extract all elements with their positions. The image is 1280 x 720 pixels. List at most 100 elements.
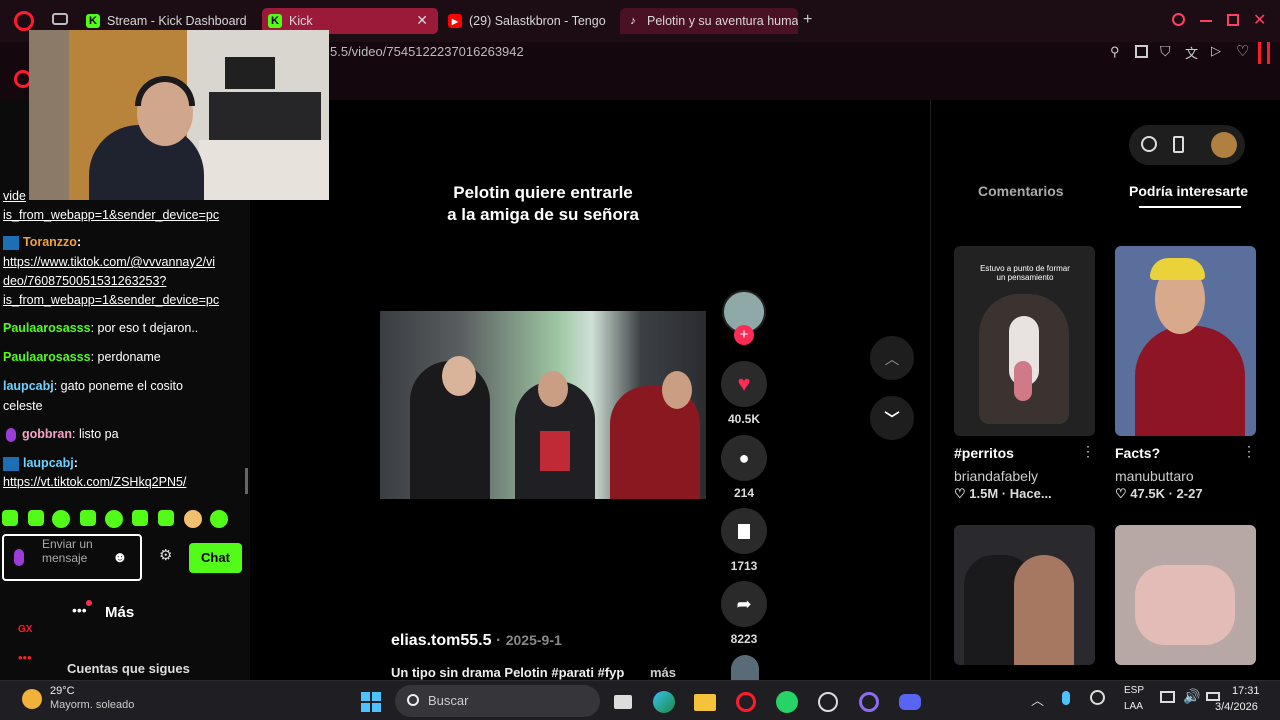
maximize-icon[interactable] <box>1227 14 1239 26</box>
settings-gear-icon[interactable]: ⚙ <box>159 546 172 566</box>
more-menu-icon[interactable]: ••• <box>72 602 87 618</box>
task-view-icon[interactable] <box>610 689 636 715</box>
lang-code[interactable]: ESP <box>1124 685 1144 696</box>
clock-date[interactable]: 3/4/2026 <box>1215 701 1258 713</box>
chat-input[interactable]: Enviar un mensaje <box>42 537 110 565</box>
chat-username[interactable]: gobbran <box>22 427 72 441</box>
more-link[interactable]: más <box>650 665 676 680</box>
tab-comments[interactable]: Comentarios <box>978 183 1064 199</box>
translate-icon[interactable]: 文 <box>1185 43 1198 62</box>
like-button[interactable]: ♥ <box>721 361 767 407</box>
card-title[interactable]: #perritos <box>954 445 1014 461</box>
video-card[interactable]: Estuvo a punto de formar un pensamiento <box>954 246 1095 436</box>
tab-recommended[interactable]: Podría interesarte <box>1129 183 1249 199</box>
heart-icon[interactable]: ♡ <box>1236 42 1249 60</box>
chat-username[interactable]: Toranzzo <box>23 235 77 249</box>
more-dots-icon[interactable]: ••• <box>18 650 32 665</box>
comment-button[interactable]: ● <box>721 435 767 481</box>
taskbar-search[interactable]: Buscar <box>395 685 600 717</box>
tab-tiktok[interactable]: ♪ Pelotin y su aventura huma <box>620 8 798 34</box>
mobile-icon[interactable] <box>1173 136 1184 153</box>
video-card[interactable] <box>954 525 1095 665</box>
emote-icon[interactable] <box>80 510 96 526</box>
chat-link[interactable]: vide <box>3 189 26 203</box>
sun-icon[interactable] <box>22 689 42 709</box>
app-circle-icon[interactable] <box>856 689 882 715</box>
discord-icon[interactable] <box>897 689 923 715</box>
more-options-icon[interactable]: ⋮ <box>1242 443 1256 460</box>
chat-username[interactable]: Paulaarosasss <box>3 321 91 335</box>
emote-icon[interactable] <box>105 510 123 528</box>
edge-icon[interactable] <box>651 689 677 715</box>
minimize-icon[interactable] <box>1200 20 1212 22</box>
chat-send-button[interactable]: Chat <box>189 543 242 573</box>
battery-icon[interactable] <box>1206 692 1220 701</box>
profile-avatar[interactable] <box>1211 132 1237 158</box>
weather-temp[interactable]: 29°C <box>50 685 75 697</box>
card-author[interactable]: manubuttaro <box>1115 468 1194 484</box>
chat-input-box[interactable]: Enviar un mensaje ☻ <box>2 534 142 581</box>
music-disc[interactable] <box>731 655 759 680</box>
follow-plus-icon[interactable]: + <box>734 325 754 345</box>
chat-link[interactable]: deo/7608750051531263253? <box>3 274 166 288</box>
emote-icon[interactable] <box>210 510 228 528</box>
compass-icon[interactable] <box>1141 136 1157 152</box>
previous-video-button[interactable]: ︿ <box>870 336 914 380</box>
mic-icon[interactable] <box>14 549 24 566</box>
opera-logo-icon[interactable] <box>14 11 34 31</box>
chat-link[interactable]: is_from_webapp=1&sender_device=pc <box>3 208 219 222</box>
mic-icon[interactable] <box>1062 691 1070 705</box>
video-card[interactable] <box>1115 246 1256 436</box>
emote-icon[interactable] <box>132 510 148 526</box>
url-field[interactable]: 5.5/video/7545122237016263942 <box>330 44 524 59</box>
emote-icon[interactable] <box>184 510 202 528</box>
more-options-icon[interactable]: ⋮ <box>1081 443 1095 460</box>
emote-icon[interactable] <box>52 510 70 528</box>
chat-username[interactable]: Paulaarosasss <box>3 350 91 364</box>
tab-youtube[interactable]: ▶ (29) Salastkbron - Tengo <box>442 8 612 34</box>
weather-desc[interactable]: Mayorm. soleado <box>50 699 134 711</box>
sidebar-toggle-icon[interactable] <box>1258 42 1270 64</box>
chat-link[interactable]: is_from_webapp=1&sender_device=pc <box>3 293 219 307</box>
save-button[interactable] <box>721 508 767 554</box>
clock-time[interactable]: 17:31 <box>1232 685 1260 697</box>
card-title[interactable]: Facts? <box>1115 445 1160 461</box>
lang-layout[interactable]: LAA <box>1124 701 1143 712</box>
close-tab-icon[interactable]: ✕ <box>416 12 428 29</box>
emote-icon[interactable] <box>2 510 18 526</box>
emote-icon[interactable] <box>158 510 174 526</box>
chat-scrollbar[interactable] <box>245 468 248 494</box>
chat-username[interactable]: laupcabj <box>23 456 74 470</box>
video-frame[interactable] <box>380 311 706 499</box>
pin-icon[interactable]: ⚲ <box>1110 44 1120 60</box>
gamepad-icon[interactable] <box>52 13 68 25</box>
search-tabs-icon[interactable] <box>1172 13 1185 26</box>
video-author[interactable]: elias.tom55.5 · 2025-9-1 <box>391 632 562 650</box>
file-explorer-icon[interactable] <box>692 689 718 715</box>
network-icon[interactable] <box>1090 690 1105 705</box>
share-button[interactable]: ➦ <box>721 581 767 627</box>
shield-icon[interactable]: ⛉ <box>1160 43 1171 60</box>
emoji-icon[interactable]: ☻ <box>112 548 128 568</box>
more-label[interactable]: Más <box>105 604 134 621</box>
whatsapp-icon[interactable] <box>774 689 800 715</box>
chat-username[interactable]: laupcabj <box>3 379 54 393</box>
next-video-button[interactable]: ﹀ <box>870 396 914 440</box>
new-tab-icon[interactable]: + <box>803 11 812 29</box>
video-card[interactable] <box>1115 525 1256 665</box>
volume-icon[interactable]: 🔊 <box>1183 688 1200 705</box>
display-icon[interactable] <box>1160 691 1175 703</box>
chat-link[interactable]: https://www.tiktok.com/@vvvannay2/vi <box>3 255 215 269</box>
opera-gx-icon[interactable] <box>733 689 759 715</box>
windows-start-icon[interactable] <box>358 689 384 715</box>
play-icon[interactable]: ▷ <box>1211 43 1221 59</box>
close-window-icon[interactable]: ✕ <box>1253 10 1266 30</box>
emote-icon[interactable] <box>28 510 44 526</box>
screenshot-icon[interactable] <box>1135 45 1148 58</box>
chevron-up-icon[interactable]: ︿ <box>1031 690 1044 709</box>
chat-link[interactable]: https://vt.tiktok.com/ZSHkq2PN5/ <box>3 475 186 489</box>
author-name[interactable]: elias.tom55.5 <box>391 632 492 649</box>
card-author[interactable]: briandafabely <box>954 468 1038 484</box>
obs-icon[interactable] <box>815 689 841 715</box>
gx-label[interactable]: GX <box>18 624 32 635</box>
